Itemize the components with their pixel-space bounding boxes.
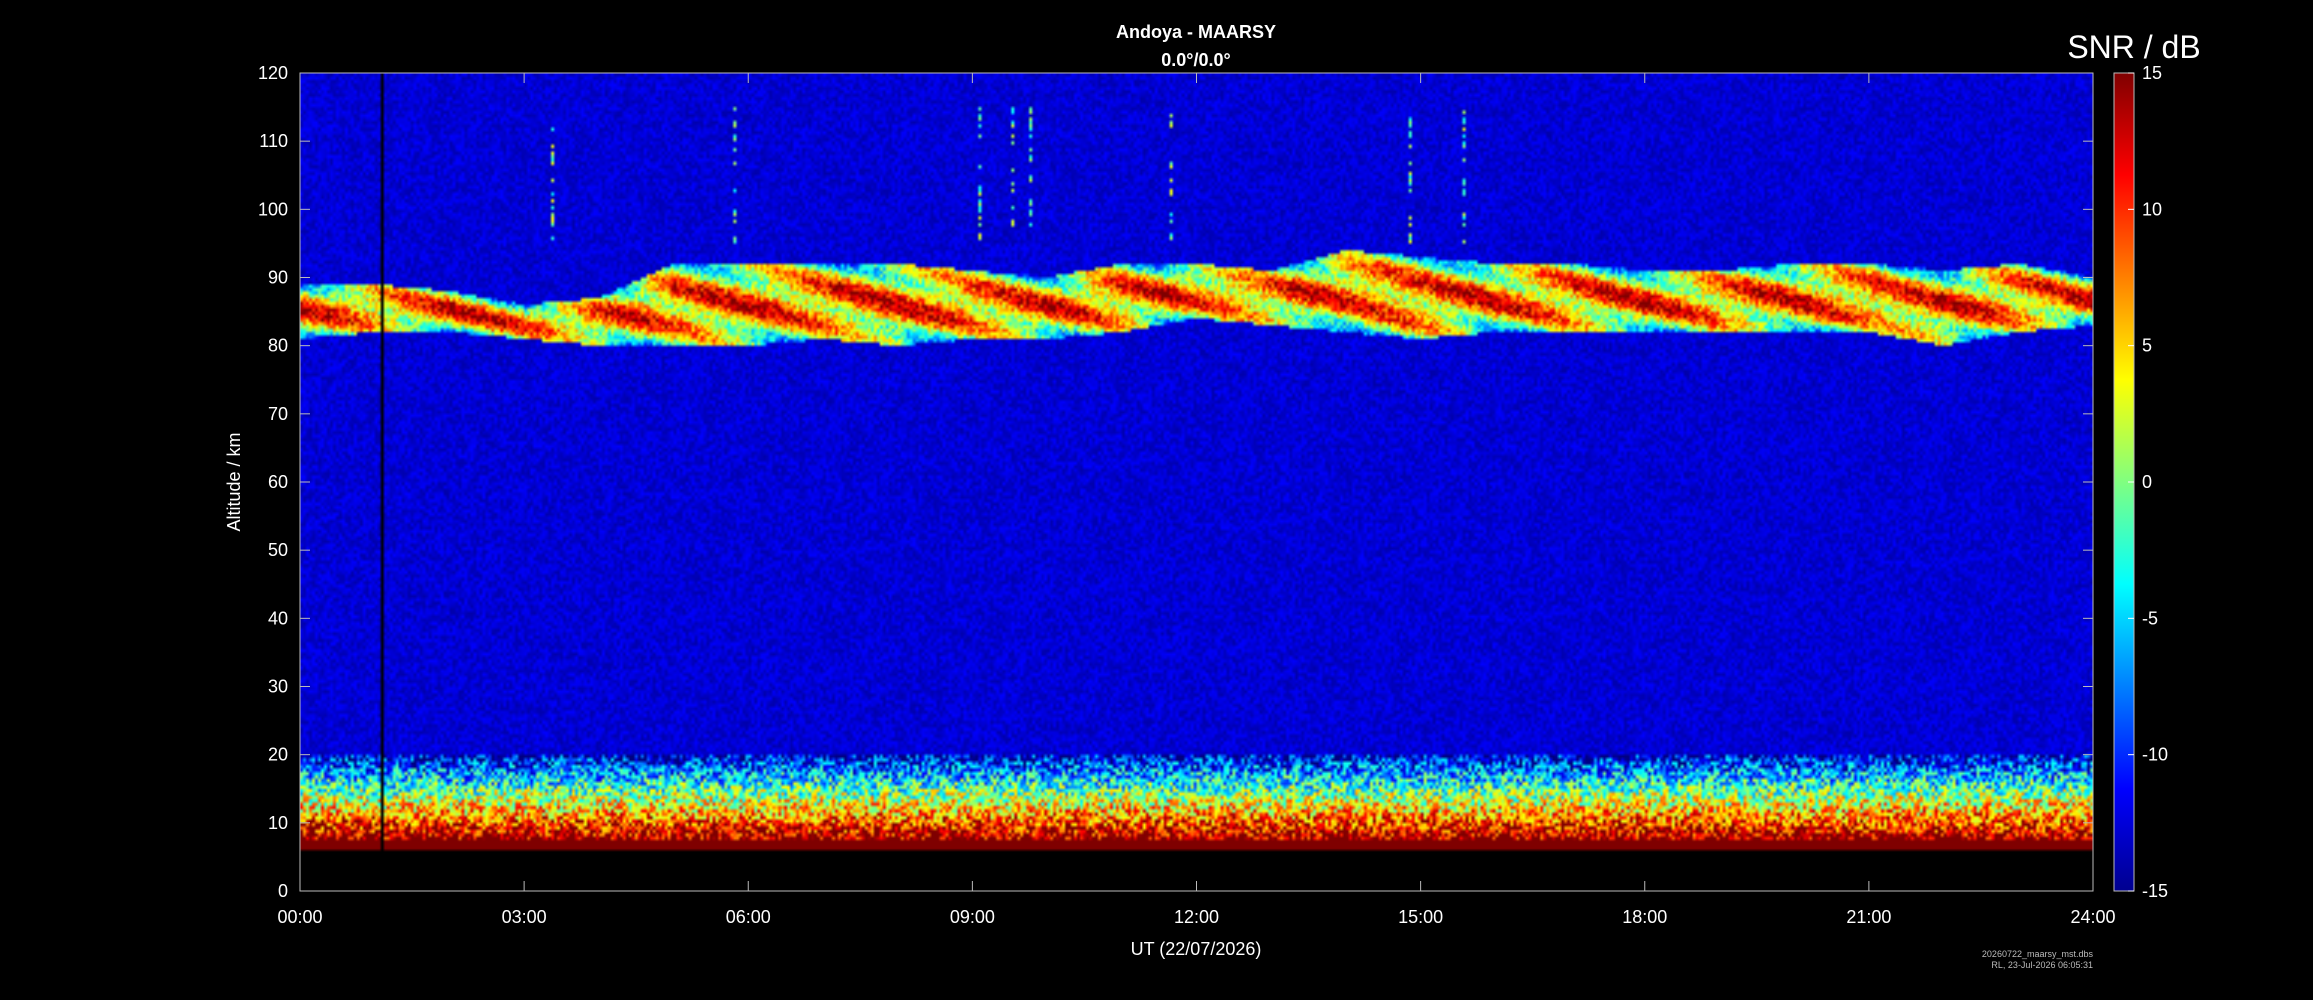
- colorbar-tick-label: 10: [2142, 199, 2162, 219]
- x-tick-label: 12:00: [1174, 907, 1219, 927]
- snr-chart: Andoya - MAARSY 0.0°/0.0° 00:00 03:00 06:0…: [224, 22, 2201, 970]
- plot-area: [299, 72, 2094, 892]
- y-tick-label: 80: [268, 336, 288, 356]
- y-tick-label: 100: [258, 199, 288, 219]
- x-tick-label: 18:00: [1622, 907, 1667, 927]
- colorbar-label: SNR / dB: [2067, 29, 2200, 65]
- x-axis-label: UT (22/07/2026): [1131, 939, 1262, 959]
- y-tick-label: 50: [268, 540, 288, 560]
- colorbar-tick-label: 15: [2142, 63, 2162, 83]
- y-tick-label: 40: [268, 608, 288, 628]
- y-tick-label: 30: [268, 677, 288, 697]
- colorbar-tick-label: 0: [2142, 472, 2152, 492]
- x-tick-label: 00:00: [277, 907, 322, 927]
- y-tick-label: 120: [258, 63, 288, 83]
- x-tick-label: 03:00: [502, 907, 547, 927]
- footer-credit: RL, 23-Jul-2026 06:05:31: [1991, 960, 2093, 970]
- y-axis-label: Altitude / km: [224, 432, 244, 531]
- snr-heatmap: [300, 73, 2093, 891]
- footer-filename: 20260722_maarsy_mst.dbs: [1982, 949, 2094, 959]
- x-tick-label: 15:00: [1398, 907, 1443, 927]
- chart-title: Andoya - MAARSY: [1116, 22, 1276, 42]
- x-tick-label: 09:00: [950, 907, 995, 927]
- y-tick-label: 110: [259, 131, 288, 151]
- y-tick-label: 60: [268, 472, 288, 492]
- y-tick-label: 90: [268, 268, 288, 288]
- x-tick-label: 24:00: [2070, 907, 2115, 927]
- y-tick-label: 0: [278, 881, 288, 901]
- colorbar-tick-label: -5: [2142, 608, 2158, 628]
- y-tick-label: 10: [268, 813, 288, 833]
- y-tick-label: 20: [268, 745, 288, 765]
- x-tick-label: 21:00: [1846, 907, 1891, 927]
- chart-subtitle: 0.0°/0.0°: [1161, 50, 1230, 70]
- colorbar-tick-label: -10: [2142, 745, 2168, 765]
- colorbar-tick-label: -15: [2142, 881, 2168, 901]
- y-tick-label: 70: [268, 404, 288, 424]
- x-tick-label: 06:00: [726, 907, 771, 927]
- colorbar-tick-label: 5: [2142, 336, 2152, 356]
